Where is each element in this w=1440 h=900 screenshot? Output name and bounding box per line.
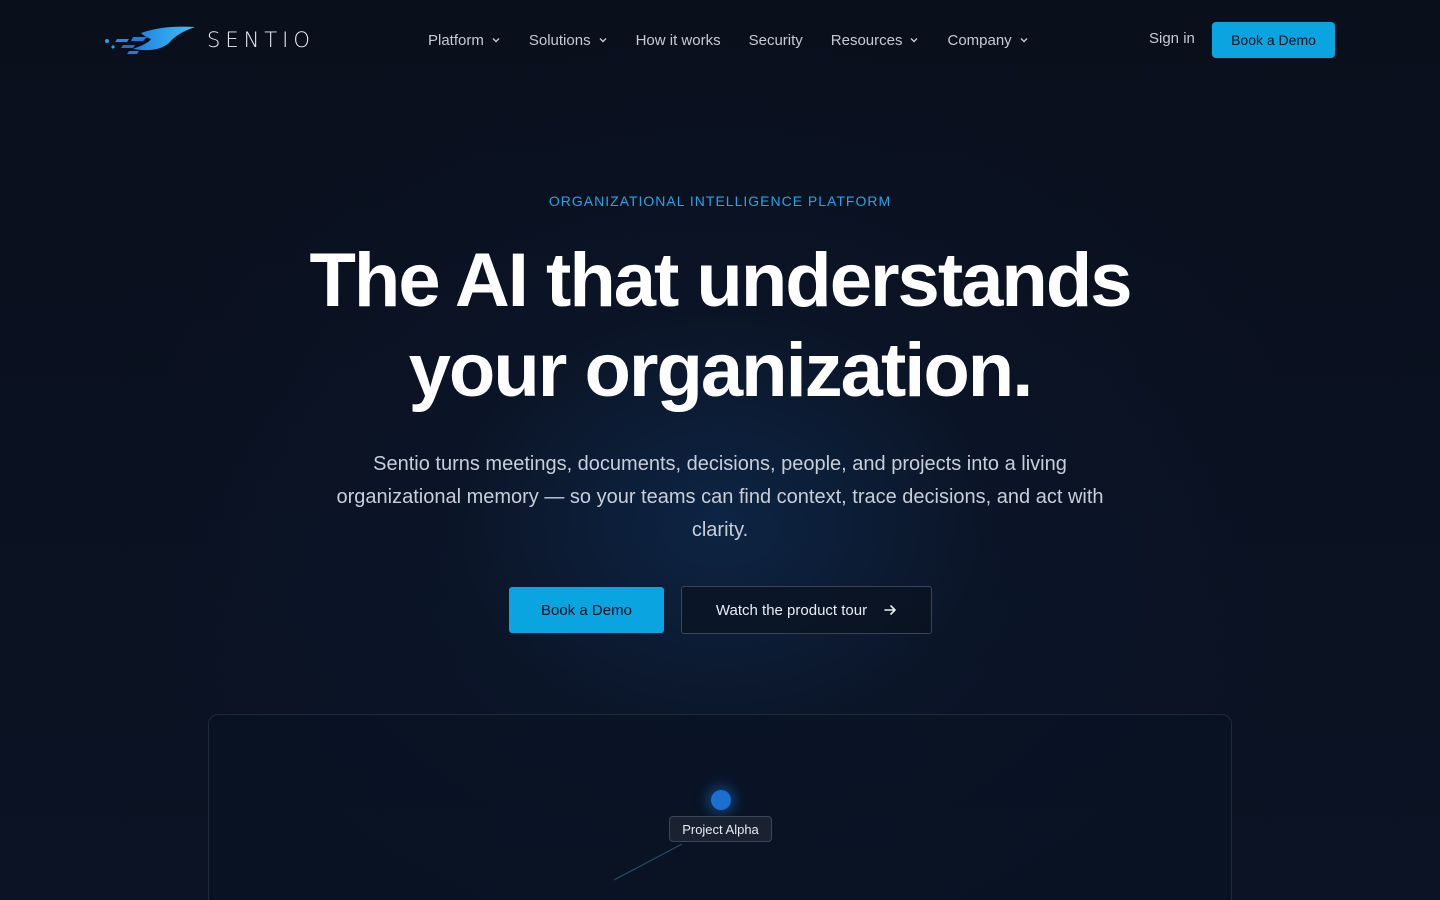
nav-item-label: Solutions	[528, 31, 591, 49]
sentio-logo[interactable]: SENTIO	[103, 22, 315, 58]
nav-item-solutions[interactable]: Solutions	[529, 32, 608, 49]
arrow-right-icon	[884, 605, 896, 615]
nav-item-label: Platform	[428, 31, 484, 49]
graph-edge	[613, 843, 683, 881]
chevron-down-icon	[1020, 38, 1028, 43]
brand-wordmark: SENTIO	[207, 28, 315, 52]
primary-menu: Platform Solutions How it works Security…	[428, 30, 1057, 50]
nav-item-label: Security	[748, 31, 803, 49]
bird-logo-icon	[105, 26, 195, 54]
nav-item-platform[interactable]: Platform	[428, 32, 501, 49]
nav-item-label: Company	[947, 31, 1012, 49]
book-demo-button[interactable]: Book a Demo	[509, 587, 664, 633]
nav-item-security[interactable]: Security	[749, 32, 803, 49]
graph-node-dot[interactable]	[711, 790, 731, 810]
nav-item-resources[interactable]: Resources	[831, 32, 920, 49]
top-navigation: SENTIO Platform Solutions How it works S…	[0, 0, 1440, 80]
graph-node-label[interactable]: Project Alpha	[669, 816, 772, 842]
watch-tour-label: Watch the product tour	[715, 601, 868, 619]
hero-headline: The AI that understands your organizatio…	[220, 236, 1220, 416]
book-demo-nav-button[interactable]: Book a Demo	[1212, 22, 1335, 58]
nav-item-company[interactable]: Company	[947, 32, 1028, 49]
chevron-down-icon	[599, 38, 607, 43]
hero-subtext: Sentio turns meetings, documents, decisi…	[336, 453, 1104, 541]
nav-item-label: Resources	[830, 31, 903, 49]
chevron-down-icon	[910, 38, 918, 43]
sign-in-link[interactable]: Sign in	[1149, 30, 1195, 47]
nav-item-label: How it works	[635, 31, 721, 49]
headline-line-1: The AI that understands	[309, 238, 1132, 323]
hero-eyebrow: ORGANIZATIONAL INTELLIGENCE PLATFORM	[548, 193, 892, 209]
chevron-down-icon	[492, 38, 500, 43]
watch-tour-button[interactable]: Watch the product tour	[681, 586, 932, 634]
nav-item-how-it-works[interactable]: How it works	[636, 32, 721, 49]
headline-line-2: your organization.	[408, 328, 1034, 413]
